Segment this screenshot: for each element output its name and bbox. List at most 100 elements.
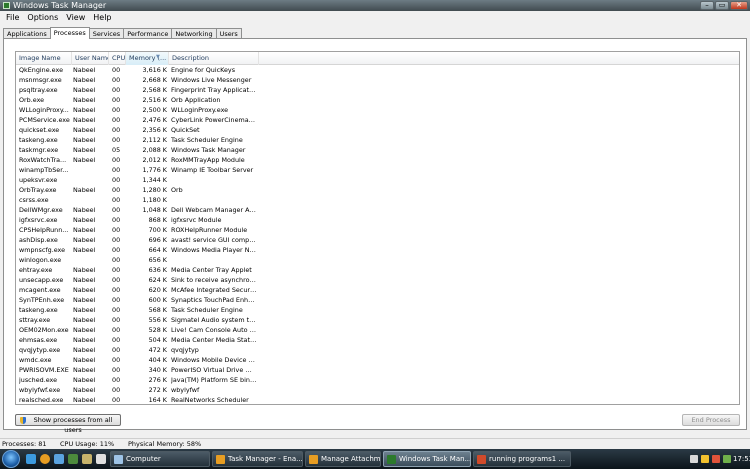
process-description: RoxMMTrayApp Module [171, 156, 245, 164]
column-memory[interactable]: ▼ Memory (... [126, 52, 169, 65]
close-button[interactable]: ✕ [730, 1, 748, 10]
process-row[interactable]: winampTbSer... 00 1,776 K Winamp IE Toolbar… [16, 165, 739, 175]
process-image-name: WLLoginProxy... [19, 106, 69, 114]
taskbar-item-computer[interactable]: Computer [110, 451, 210, 467]
tab-processes[interactable]: Processes [49, 27, 90, 39]
process-description: Task Scheduler Engine [171, 306, 243, 314]
start-button[interactable] [2, 450, 20, 468]
process-user-name: Nabeel [73, 336, 96, 344]
process-user-name: Nabeel [73, 236, 96, 244]
process-image-name: psqltray.exe [19, 86, 58, 94]
process-row[interactable]: taskeng.exe Nabeel 00 568 K Task Scheduler E… [16, 305, 739, 315]
show-all-processes-label: Show processes from all users [33, 416, 113, 434]
process-row[interactable]: ehtray.exe Nabeel 00 636 K Media Center Tray… [16, 265, 739, 275]
volume-icon[interactable] [701, 455, 709, 463]
process-image-name: ehtray.exe [19, 266, 53, 274]
internet-explorer-icon[interactable] [54, 454, 64, 464]
process-description: CyberLink PowerCinema R... [171, 116, 257, 124]
process-memory: 2,112 K [142, 136, 167, 144]
process-row[interactable]: PCMService.exe Nabeel 00 2,476 K CyberLink P… [16, 115, 739, 125]
process-user-name: Nabeel [73, 136, 96, 144]
menu-view[interactable]: View [62, 11, 89, 24]
process-description: Sigmatel Audio system tra... [171, 316, 257, 324]
process-row[interactable]: wmpnscfg.exe Nabeel 00 664 K Windows Media P… [16, 245, 739, 255]
menu-file[interactable]: File [2, 11, 23, 24]
process-row[interactable]: ashDisp.exe Nabeel 00 696 K avast! service G… [16, 235, 739, 245]
maximize-button[interactable]: ▭ [715, 1, 729, 10]
firefox-icon[interactable] [40, 454, 50, 464]
process-memory: 1,180 K [142, 196, 167, 204]
show-desktop-icon[interactable] [26, 454, 36, 464]
process-memory: 2,088 K [142, 146, 167, 154]
process-row[interactable]: OEM02Mon.exe Nabeel 00 528 K Live! Cam Conso… [16, 325, 739, 335]
process-row[interactable]: csrss.exe 00 1,180 K [16, 195, 739, 205]
process-row[interactable]: sttray.exe Nabeel 00 556 K Sigmatel Audio sy… [16, 315, 739, 325]
process-row[interactable]: quickset.exe Nabeel 00 2,356 K QuickSet [16, 125, 739, 135]
title-bar[interactable]: Windows Task Manager – ▭ ✕ [0, 0, 750, 11]
end-process-button[interactable]: End Process [682, 414, 740, 426]
taskbar-item-running-programs[interactable]: running programs1 ... [473, 451, 571, 467]
column-cpu[interactable]: CPU [109, 52, 126, 65]
process-user-name: Nabeel [73, 346, 96, 354]
process-row[interactable]: QkEngine.exe Nabeel 00 3,616 K Engine for Qu… [16, 65, 739, 75]
media-player-icon[interactable] [68, 454, 78, 464]
column-image-name[interactable]: Image Name [16, 52, 72, 65]
process-row[interactable]: jusched.exe Nabeel 00 276 K Java(TM) Platfor… [16, 375, 739, 385]
process-row[interactable]: wmdc.exe Nabeel 00 404 K Windows Mobile Devi… [16, 355, 739, 365]
process-row[interactable]: msnmsgr.exe Nabeel 00 2,668 K Windows Live M… [16, 75, 739, 85]
taskbar-item-task-manager-ena[interactable]: Task Manager - Ena... [212, 451, 303, 467]
menu-options[interactable]: Options [23, 11, 62, 24]
taskbar: Computer Task Manager - Ena... Manage At… [0, 449, 750, 469]
process-description: wbylyfwf [171, 386, 200, 394]
process-row[interactable]: taskmgr.exe Nabeel 05 2,088 K Windows Task M… [16, 145, 739, 155]
network-icon[interactable] [690, 455, 698, 463]
process-image-name: CPSHelpRunn... [19, 226, 69, 234]
taskbar-item-windows-task-manager[interactable]: Windows Task Man... [383, 451, 471, 467]
process-row[interactable]: realsched.exe Nabeel 00 164 K RealNetworks S… [16, 395, 739, 404]
process-row[interactable]: Orb.exe Nabeel 00 2,516 K Orb Application [16, 95, 739, 105]
process-list[interactable]: Image Name User Name CPU ▼ Memory (... D… [15, 51, 740, 405]
process-row[interactable]: qvqjytyp.exe Nabeel 00 472 K qvqjytyp [16, 345, 739, 355]
process-row[interactable]: RoxWatchTra... Nabeel 00 2,012 K RoxMMTrayAp… [16, 155, 739, 165]
taskbar-item-label: Windows Task Man... [399, 455, 471, 463]
process-cpu: 00 [112, 236, 121, 244]
process-row[interactable]: SynTPEnh.exe Nabeel 00 600 K Synaptics Touch… [16, 295, 739, 305]
process-row[interactable]: DellWMgr.exe Nabeel 00 1,048 K Dell Webcam M… [16, 205, 739, 215]
process-row[interactable]: psqltray.exe Nabeel 00 2,568 K Fingerprint T… [16, 85, 739, 95]
process-row[interactable]: mcagent.exe Nabeel 00 620 K McAfee Integrate… [16, 285, 739, 295]
minimize-button[interactable]: – [700, 1, 714, 10]
process-user-name: Nabeel [73, 246, 96, 254]
column-user-name[interactable]: User Name [72, 52, 109, 65]
process-row[interactable]: ehmsas.exe Nabeel 00 504 K Media Center Medi… [16, 335, 739, 345]
show-all-processes-button[interactable]: Show processes from all users [15, 414, 121, 434]
process-cpu: 00 [112, 246, 121, 254]
process-row[interactable]: igfxsrvc.exe Nabeel 00 868 K igfxsrvc Module [16, 215, 739, 225]
process-memory: 2,356 K [142, 126, 167, 134]
process-user-name: Nabeel [73, 126, 96, 134]
process-user-name: Nabeel [73, 316, 96, 324]
quick-launch-expand-icon[interactable] [96, 454, 106, 464]
process-row[interactable]: CPSHelpRunn... Nabeel 00 700 K ROXHelpRunner… [16, 225, 739, 235]
process-row[interactable]: OrbTray.exe Nabeel 00 1,280 K Orb [16, 185, 739, 195]
process-cpu: 00 [112, 346, 121, 354]
process-row[interactable]: WLLoginProxy... Nabeel 00 2,500 K WLLoginPro… [16, 105, 739, 115]
process-image-name: taskeng.exe [19, 306, 58, 314]
menu-help[interactable]: Help [89, 11, 115, 24]
process-row[interactable]: upeksvr.exe 00 1,344 K [16, 175, 739, 185]
column-memory-label: Memory (... [129, 54, 167, 62]
process-memory: 2,500 K [142, 106, 167, 114]
process-row[interactable]: PWRISOVM.EXE Nabeel 00 340 K PowerISO Virtua… [16, 365, 739, 375]
power-icon[interactable] [723, 455, 731, 463]
process-row[interactable]: wbylyfwf.exe Nabeel 00 272 K wbylyfwf [16, 385, 739, 395]
process-row[interactable]: winlogon.exe 00 656 K [16, 255, 739, 265]
column-description[interactable]: Description [169, 52, 259, 65]
security-icon[interactable] [712, 455, 720, 463]
process-image-name: quickset.exe [19, 126, 60, 134]
process-description: Live! Cam Console Auto La... [171, 326, 257, 334]
process-row[interactable]: unsecapp.exe Nabeel 00 624 K Sink to receive… [16, 275, 739, 285]
taskbar-item-manage-attachments[interactable]: Manage Attachmen... [305, 451, 381, 467]
process-row[interactable]: taskeng.exe Nabeel 00 2,112 K Task Scheduler… [16, 135, 739, 145]
clock[interactable]: 17:53 [733, 449, 750, 469]
folder-icon[interactable] [82, 454, 92, 464]
process-description: QuickSet [171, 126, 200, 134]
